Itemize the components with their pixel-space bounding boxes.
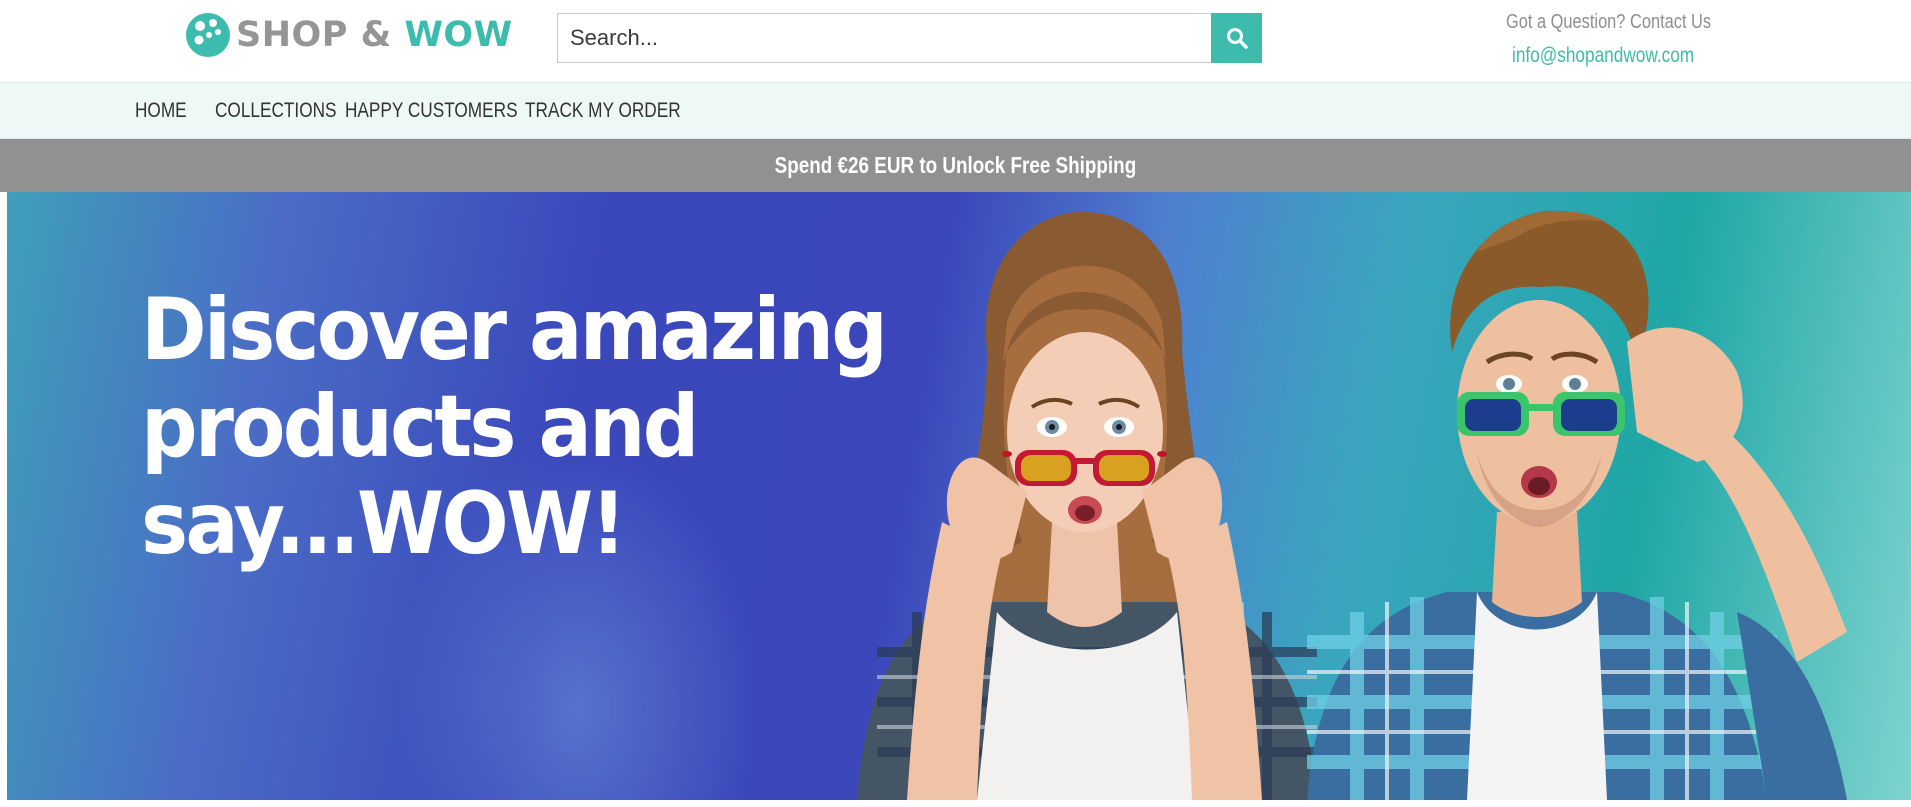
contact-block: Got a Question? Contact Us info@shopandw… bbox=[1506, 8, 1726, 70]
site-header: SHOP & WOW Got a Question? Contact Us in… bbox=[0, 0, 1911, 83]
hero-line-1: Discover amazing bbox=[141, 280, 888, 380]
nav-item-track-my-order[interactable]: TRACK MY ORDER bbox=[525, 99, 681, 123]
main-nav: HOME COLLECTIONS HAPPY CUSTOMERS TRACK M… bbox=[0, 83, 1911, 139]
logo-text-right: WOW bbox=[404, 15, 513, 55]
nav-item-collections[interactable]: COLLECTIONS bbox=[215, 99, 337, 123]
search-form bbox=[557, 13, 1262, 63]
nav-item-home[interactable]: HOME bbox=[135, 99, 187, 123]
announcement-text: Spend €26 EUR to Unlock Free Shipping bbox=[774, 152, 1137, 178]
search-icon bbox=[1226, 28, 1248, 49]
contact-email: info@shopandwow.com bbox=[1512, 44, 1695, 67]
site-logo[interactable]: SHOP & WOW bbox=[185, 12, 513, 58]
hero-bottom-gap bbox=[0, 800, 1911, 807]
man-figure bbox=[1307, 210, 1847, 800]
woman-figure bbox=[857, 212, 1317, 800]
hero-line-2: products and bbox=[141, 377, 699, 477]
logo-wordmark: SHOP & WOW bbox=[236, 12, 513, 58]
contact-email-link[interactable]: info@shopandwow.com bbox=[1506, 42, 1726, 70]
hero-people-image bbox=[857, 210, 1847, 800]
nav-item-happy-customers[interactable]: HAPPY CUSTOMERS bbox=[345, 99, 518, 123]
announcement-bar: Spend €26 EUR to Unlock Free Shipping bbox=[0, 139, 1911, 192]
contact-question: Got a Question? Contact Us bbox=[1506, 11, 1712, 33]
hero-line-3: say...WOW! bbox=[141, 474, 627, 574]
hero-headline: Discover amazing products and say...WOW! bbox=[141, 282, 941, 573]
search-input[interactable] bbox=[557, 13, 1211, 63]
search-button[interactable] bbox=[1211, 13, 1262, 63]
hero-banner[interactable]: Discover amazing products and say...WOW! bbox=[7, 192, 1911, 800]
logo-dots-icon bbox=[186, 13, 230, 57]
logo-text-left: SHOP & bbox=[236, 15, 392, 55]
